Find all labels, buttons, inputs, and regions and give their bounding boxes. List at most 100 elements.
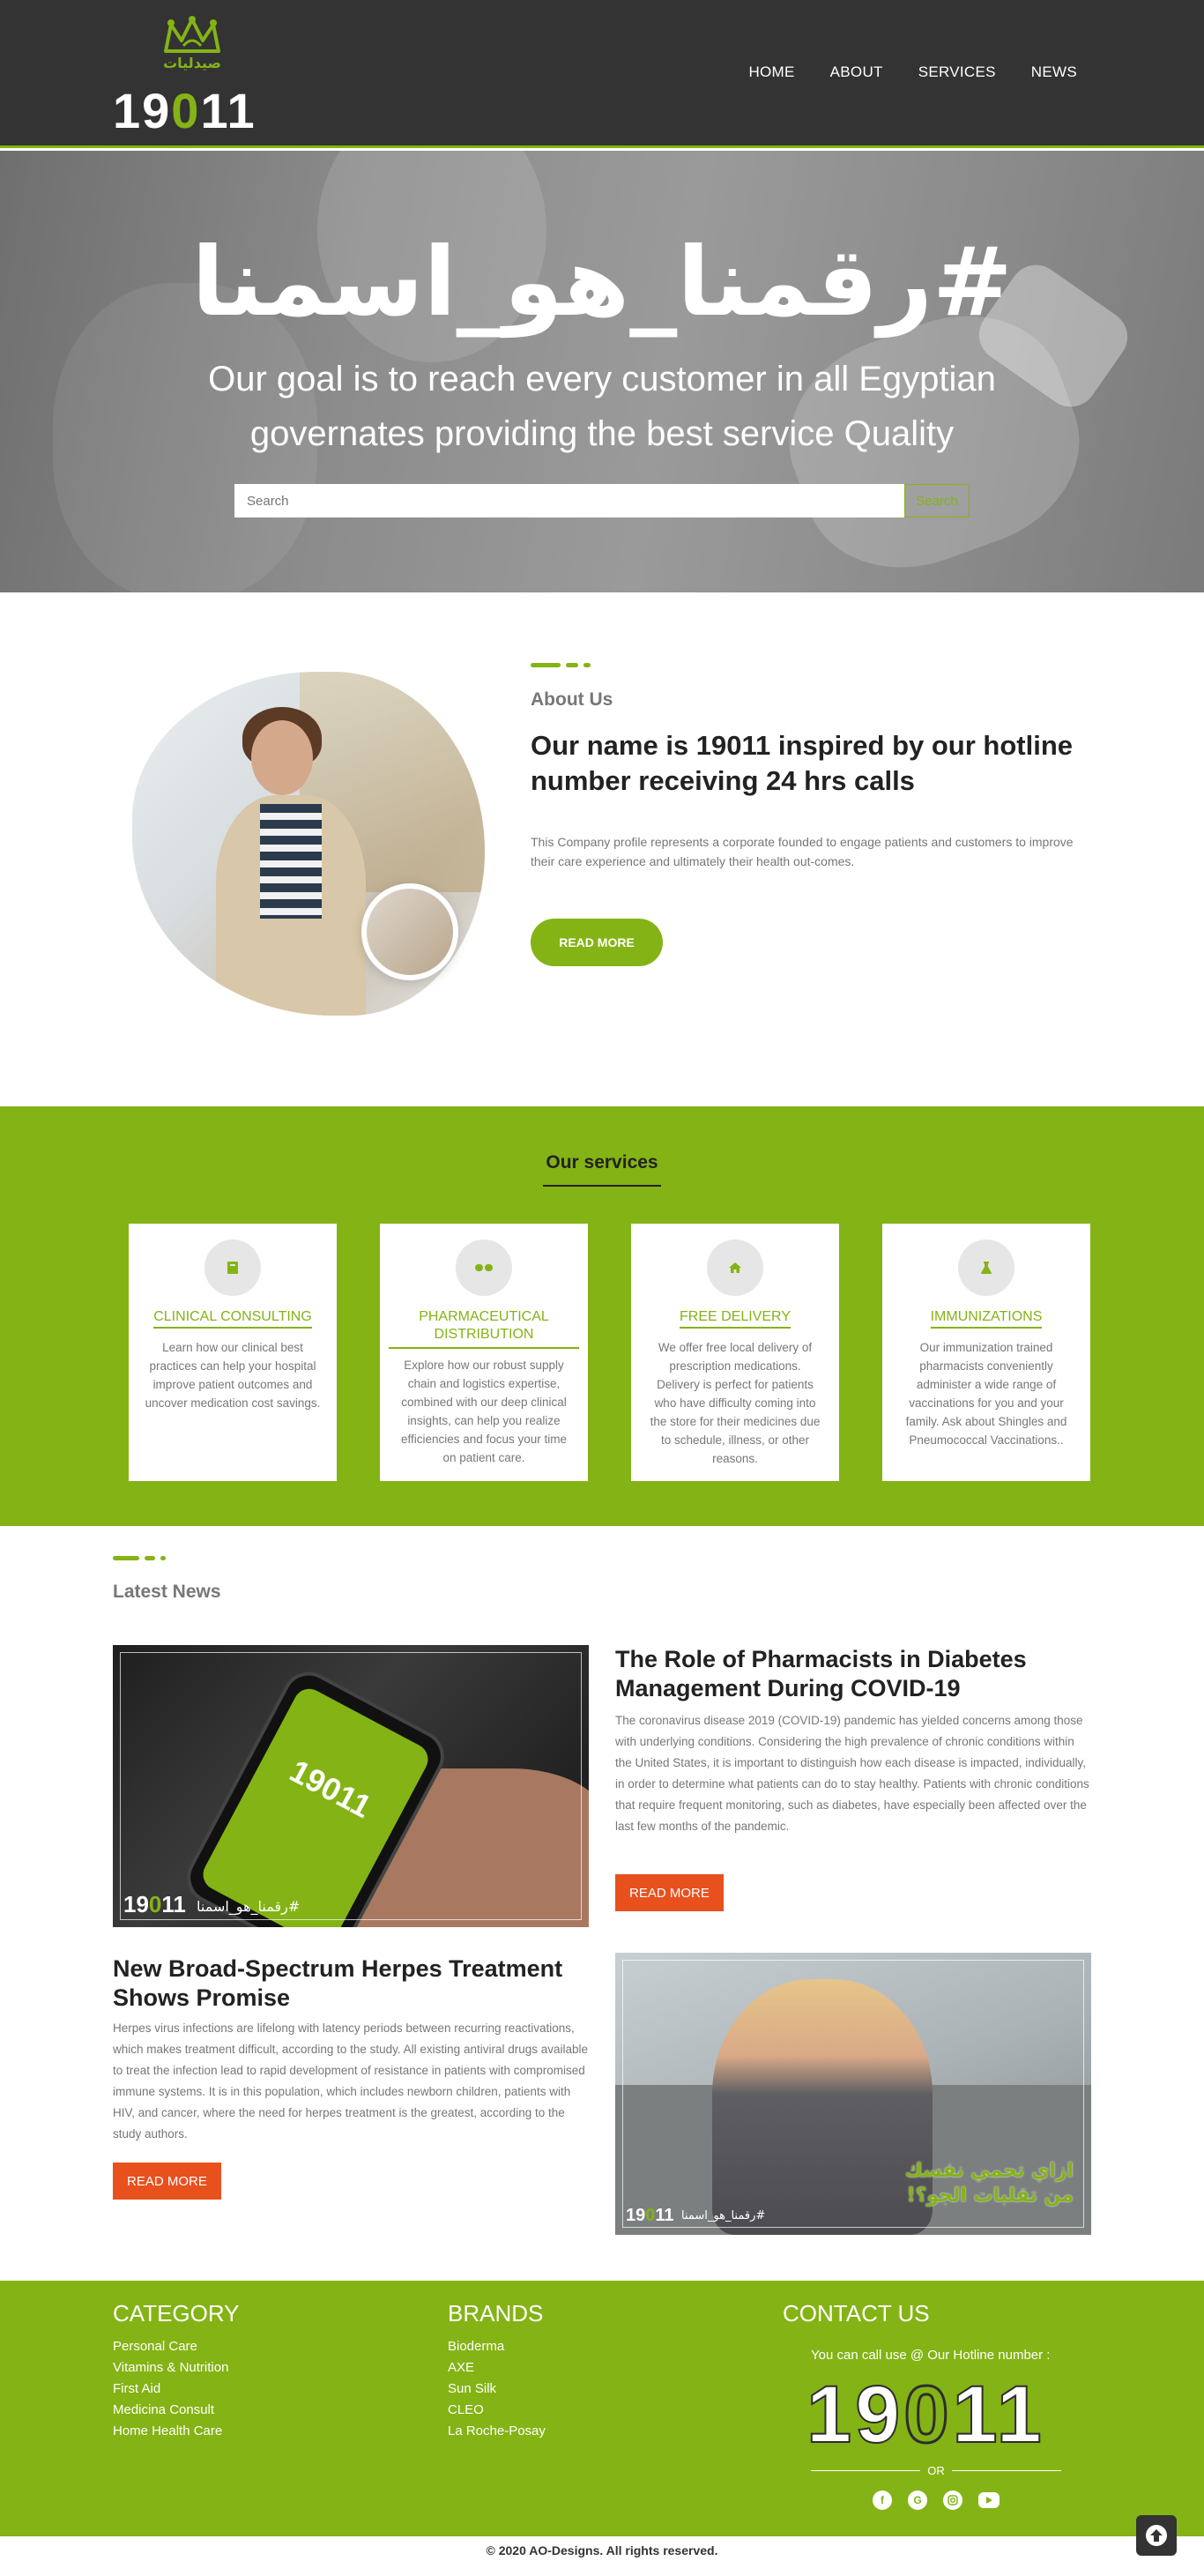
service-card-immunizations[interactable]: IMMUNIZATIONS Our immunization trained p… <box>882 1224 1090 1481</box>
site-logo[interactable]: صيدليات 19011 <box>113 16 276 138</box>
logo-number-zero: 0 <box>171 83 201 138</box>
about-text: This Company profile represents a corpor… <box>531 835 1074 868</box>
services-heading-underline <box>543 1185 661 1187</box>
image-arabic-caption: ازاي تحمي نفسك من تقلبات الجو؟! <box>905 2159 1074 2208</box>
logo-arabic-text: صيدليات <box>163 55 221 71</box>
footer-link[interactable]: Home Health Care <box>113 2421 240 2442</box>
article-read-more-button[interactable]: READ MORE <box>615 1874 724 1911</box>
social-links: f G <box>873 2490 1000 2510</box>
main-nav: HOME ABOUT SERVICES NEWS <box>748 63 1077 81</box>
footer-link[interactable]: CLEO <box>448 2400 546 2421</box>
service-card-clinical[interactable]: CLINICAL CONSULTING Learn how our clinic… <box>129 1224 337 1481</box>
image-brand-logo: 19011 <box>626 2206 674 2225</box>
hero-hashtag: #رقمنا_هو_اسمنا <box>191 227 1013 338</box>
image-hashtag: #رقمنا_هو_اسمنا <box>197 1898 301 1915</box>
about-subtitle: About Us <box>531 689 613 710</box>
services-heading: Our services <box>546 1152 658 1173</box>
service-text: Explore how our robust supply chain and … <box>400 1359 568 1464</box>
contact-hotline-line: You can call use @ Our Hotline number : <box>811 2348 1051 2363</box>
service-title-text: CLINICAL CONSULTING <box>153 1309 312 1329</box>
home-icon <box>707 1240 763 1296</box>
footer-link[interactable]: Medicina Consult <box>113 2400 240 2421</box>
service-card-distribution[interactable]: PHARMACEUTICAL DISTRIBUTION Explore how … <box>380 1224 588 1481</box>
service-title: IMMUNIZATIONS <box>891 1308 1081 1329</box>
nav-services[interactable]: SERVICES <box>918 63 996 81</box>
image-caption-line: من تقلبات الجو؟! <box>906 2185 1074 2207</box>
nav-about[interactable]: ABOUT <box>830 63 883 81</box>
arrow-up-icon <box>1146 2525 1167 2546</box>
site-header: صيدليات 19011 HOME ABOUT SERVICES NEWS <box>0 0 1204 148</box>
footer-link[interactable]: Personal Care <box>113 2336 240 2357</box>
logo-number: 19011 <box>113 85 256 138</box>
article-text: The coronavirus disease 2019 (COVID-19) … <box>615 1714 1089 1833</box>
news-image-phone[interactable]: 19011 19011 #رقمنا_هو_اسمنا <box>113 1645 589 1927</box>
article-read-more-button[interactable]: READ MORE <box>113 2163 221 2200</box>
logo-number-suffix: 11 <box>200 83 256 138</box>
logo-number-prefix: 19 <box>113 83 172 138</box>
book-icon <box>204 1240 261 1296</box>
article-title[interactable]: New Broad-Spectrum Herpes Treatment Show… <box>113 1954 589 2013</box>
footer-contact-heading: CONTACT US <box>783 2300 930 2327</box>
search-button[interactable]: Search <box>904 484 970 517</box>
crown-logo-icon <box>164 16 220 53</box>
hotline-zero: 0 <box>903 2370 953 2461</box>
about-image <box>132 672 485 1016</box>
youtube-icon[interactable] <box>978 2492 1000 2508</box>
instagram-icon[interactable] <box>943 2490 962 2510</box>
or-divider: OR <box>811 2464 1061 2477</box>
footer-contact: CONTACT US <box>783 2300 930 2336</box>
about-read-more-button[interactable]: READ MORE <box>531 919 663 966</box>
hero-search: Search <box>234 484 970 517</box>
service-text: Learn how our clinical best practices ca… <box>145 1341 321 1410</box>
service-title: CLINICAL CONSULTING <box>137 1308 328 1329</box>
footer-brands-heading: BRANDS <box>448 2300 544 2327</box>
news-accent-line <box>113 1556 166 1560</box>
flask-icon <box>958 1240 1014 1296</box>
pills-icon <box>456 1240 512 1296</box>
nav-home[interactable]: HOME <box>748 63 794 81</box>
hotline-suffix: 11 <box>952 2370 1045 2460</box>
article-text: Herpes virus infections are lifelong wit… <box>113 2021 589 2140</box>
search-input[interactable] <box>234 484 904 517</box>
site-footer: CATEGORY Personal Care Vitamins & Nutrit… <box>0 2281 1204 2536</box>
image-frame <box>120 1652 582 1920</box>
or-text: OR <box>927 2464 945 2477</box>
service-title: PHARMACEUTICAL DISTRIBUTION <box>419 1309 549 1342</box>
copyright-text: © 2020 AO-Designs. All rights reserved. <box>486 2543 718 2557</box>
article-title[interactable]: The Role of Pharmacists in Diabetes Mana… <box>615 1645 1091 1703</box>
nav-news[interactable]: NEWS <box>1031 63 1077 81</box>
service-title-underline <box>389 1347 579 1349</box>
services-section: Our services CLINICAL CONSULTING Learn h… <box>0 1106 1204 1526</box>
service-title-text: IMMUNIZATIONS <box>930 1309 1043 1329</box>
service-card-delivery[interactable]: FREE DELIVERY We offer free local delive… <box>631 1224 839 1481</box>
footer-link[interactable]: AXE <box>448 2357 546 2379</box>
scroll-to-top-button[interactable] <box>1136 2515 1177 2556</box>
google-plus-icon[interactable]: G <box>908 2490 927 2510</box>
footer-category: CATEGORY Personal Care Vitamins & Nutrit… <box>113 2300 240 2442</box>
service-title: FREE DELIVERY <box>640 1308 830 1329</box>
about-title: Our name is 19011 inspired by our hotlin… <box>531 730 1074 796</box>
service-title-text: FREE DELIVERY <box>680 1309 791 1329</box>
service-text: Our immunization trained pharmacists con… <box>905 1341 1067 1447</box>
hotline-number[interactable]: 19011 <box>806 2370 1045 2461</box>
news-image-weather[interactable]: ازاي تحمي نفسك من تقلبات الجو؟! 19011 #ر… <box>615 1953 1091 2235</box>
service-text: We offer free local delivery of prescrip… <box>650 1341 821 1465</box>
image-hashtag: #رقمنا_هو_اسمنا <box>681 2209 766 2222</box>
image-brand-logo: 19011 <box>123 1891 186 1917</box>
image-caption-line: ازاي تحمي نفسك <box>904 2160 1074 2182</box>
footer-link[interactable]: La Roche-Posay <box>448 2421 546 2442</box>
photo-head <box>251 720 313 795</box>
footer-link[interactable]: First Aid <box>113 2379 240 2400</box>
facebook-icon[interactable]: f <box>873 2490 892 2510</box>
hero-banner: #رقمنا_هو_اسمنا Our goal is to reach eve… <box>0 151 1204 592</box>
news-heading: Latest News <box>113 1582 221 1602</box>
photo-shirt <box>260 804 322 919</box>
footer-link[interactable]: Bioderma <box>448 2336 546 2357</box>
footer-link[interactable]: Vitamins & Nutrition <box>113 2357 240 2379</box>
about-photo-inset <box>361 883 458 980</box>
hero-goal-text: Our goal is to reach every customer in a… <box>208 360 996 453</box>
footer-category-heading: CATEGORY <box>113 2300 240 2327</box>
footer-brands: BRANDS Bioderma AXE Sun Silk CLEO La Roc… <box>448 2300 546 2442</box>
footer-link[interactable]: Sun Silk <box>448 2379 546 2400</box>
about-accent-line <box>531 663 591 667</box>
